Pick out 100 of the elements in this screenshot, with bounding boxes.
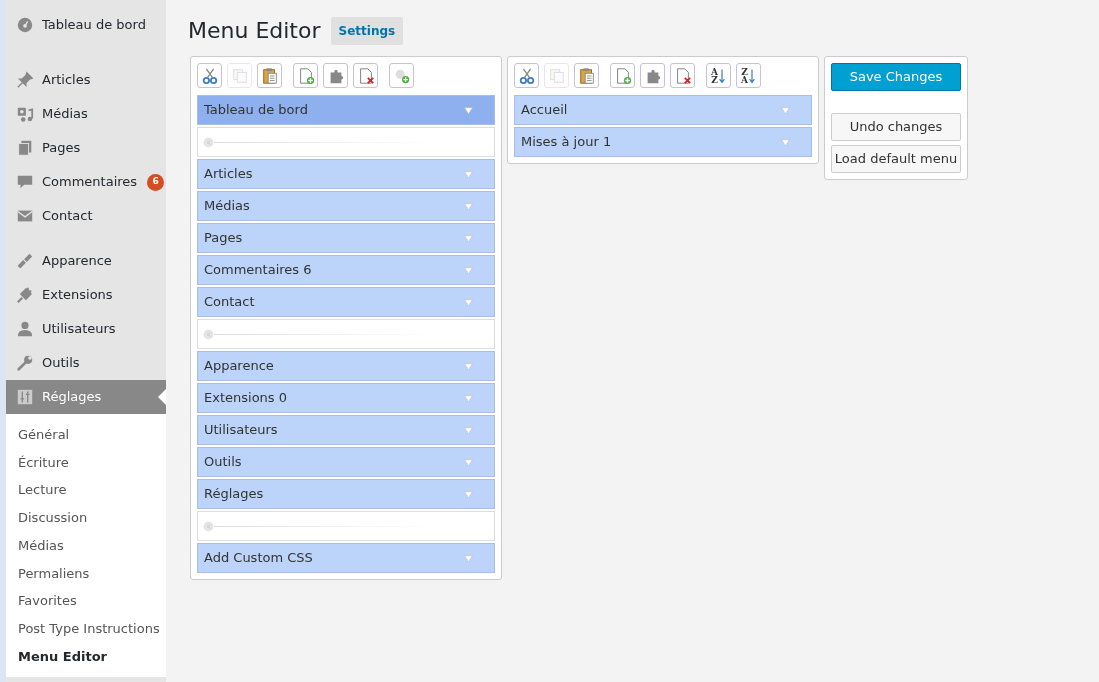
submenu-item[interactable]: Médias bbox=[6, 531, 166, 560]
page-title: Menu Editor bbox=[188, 17, 321, 45]
menu-item[interactable]: Accueil bbox=[514, 95, 812, 125]
menu-item[interactable]: Tableau de bord bbox=[197, 95, 495, 125]
submenu-item[interactable]: Discussion bbox=[6, 504, 166, 532]
sort-button[interactable]: Z A bbox=[736, 63, 761, 88]
wrench-icon bbox=[16, 354, 34, 372]
media-icon bbox=[16, 105, 34, 123]
menu-item-label: Extensions 0 bbox=[204, 389, 287, 408]
menu-item[interactable]: Outils bbox=[197, 447, 495, 477]
sidebar-item[interactable]: Articles bbox=[6, 63, 166, 97]
menu-item-label: Commentaires 6 bbox=[204, 261, 312, 280]
current-page-pointer bbox=[158, 389, 166, 405]
paste-button[interactable] bbox=[257, 63, 282, 88]
clipboard-icon bbox=[577, 66, 596, 85]
new-item-button[interactable] bbox=[293, 63, 318, 88]
paste-button[interactable] bbox=[574, 63, 599, 88]
submenu-item[interactable]: Général bbox=[6, 421, 166, 449]
cut-button[interactable] bbox=[514, 63, 539, 88]
submenu-item[interactable]: Menu Editor bbox=[6, 642, 166, 671]
menu-item[interactable]: Extensions 0 bbox=[197, 383, 495, 413]
plug-icon bbox=[16, 286, 34, 304]
menu-item-label: Articles bbox=[204, 165, 253, 184]
submenu-item[interactable]: Favorites bbox=[6, 587, 166, 615]
menu-item-label: Outils bbox=[204, 453, 242, 472]
menu-item[interactable]: Articles bbox=[197, 159, 495, 189]
menu-item[interactable]: Apparence bbox=[197, 351, 495, 381]
copy-icon bbox=[547, 66, 566, 85]
menu-item[interactable]: Médias bbox=[197, 191, 495, 221]
submenu-item[interactable]: Écriture bbox=[6, 448, 166, 477]
load-default-button[interactable]: Load default menu bbox=[831, 145, 961, 173]
menu-item-label: Utilisateurs bbox=[204, 421, 278, 440]
down-arrow-icon bbox=[718, 67, 726, 84]
dropdown-triangle-icon bbox=[463, 456, 474, 468]
dropdown-triangle-icon bbox=[463, 360, 474, 372]
menu-item-label: Accueil bbox=[521, 101, 568, 120]
sort-letters: A Z bbox=[711, 67, 718, 84]
sliders-icon bbox=[16, 388, 34, 406]
brush-icon bbox=[16, 252, 34, 270]
dropdown-triangle-icon bbox=[463, 200, 474, 212]
cut-button[interactable] bbox=[197, 63, 222, 88]
pages-icon bbox=[16, 139, 34, 157]
dropdown-triangle-icon bbox=[463, 168, 474, 180]
sidebar-item[interactable]: Pages bbox=[6, 131, 166, 165]
delete-button[interactable] bbox=[670, 63, 695, 88]
menu-item[interactable]: Mises à jour 1 bbox=[514, 127, 812, 157]
separator-handle-icon bbox=[203, 328, 214, 340]
new-item-button[interactable] bbox=[640, 63, 665, 88]
dropdown-triangle-icon bbox=[463, 232, 474, 244]
notification-badge: 6 bbox=[147, 173, 165, 191]
sidebar-item[interactable]: Utilisateurs bbox=[6, 312, 166, 346]
clipboard-icon bbox=[260, 66, 279, 85]
sidebar-item[interactable]: Extensions bbox=[6, 278, 166, 312]
new-item-button[interactable] bbox=[610, 63, 635, 88]
menu-item-label: Médias bbox=[204, 197, 250, 216]
down-arrow-icon bbox=[748, 67, 756, 84]
sort-button[interactable]: A Z bbox=[706, 63, 731, 88]
menu-item-label: Pages bbox=[204, 229, 243, 248]
dropdown-triangle-icon bbox=[463, 104, 474, 116]
menu-item-label: Réglages bbox=[204, 485, 264, 504]
person-icon bbox=[16, 320, 34, 338]
undo-button[interactable]: Undo changes bbox=[831, 113, 961, 141]
menu-item[interactable]: Utilisateurs bbox=[197, 415, 495, 445]
dropdown-triangle-icon bbox=[463, 296, 474, 308]
sidebar-item[interactable]: Tableau de bord bbox=[6, 8, 166, 42]
delete-button[interactable] bbox=[353, 63, 378, 88]
settings-link[interactable]: Settings bbox=[330, 16, 404, 45]
dropdown-triangle-icon bbox=[463, 552, 474, 564]
dropdown-triangle-icon bbox=[463, 264, 474, 276]
sidebar-item[interactable]: Médias bbox=[6, 97, 166, 131]
separator-handle-icon bbox=[203, 136, 214, 148]
dropdown-triangle-icon bbox=[463, 392, 474, 404]
menu-item[interactable]: Réglages bbox=[197, 479, 495, 509]
dropdown-triangle-icon bbox=[463, 488, 474, 500]
submenu-item[interactable]: Permaliens bbox=[6, 559, 166, 588]
sidebar-item[interactable]: Apparence bbox=[6, 244, 166, 278]
scissors-icon bbox=[200, 66, 219, 85]
menu-item[interactable]: Add Custom CSS bbox=[197, 543, 495, 573]
separator-handle-icon bbox=[203, 520, 214, 532]
copy-icon bbox=[230, 66, 249, 85]
dropdown-triangle-icon bbox=[780, 104, 791, 116]
menu-item[interactable]: Commentaires 6 bbox=[197, 255, 495, 285]
menu-item[interactable]: Pages bbox=[197, 223, 495, 253]
gauge-icon bbox=[16, 16, 34, 34]
sort-letters: Z A bbox=[741, 67, 748, 84]
dropdown-triangle-icon bbox=[780, 136, 791, 148]
submenu-item[interactable]: Post Type Instructions bbox=[6, 614, 166, 643]
sidebar-item[interactable]: Réglages bbox=[6, 380, 166, 414]
menu-item-label: Tableau de bord bbox=[204, 101, 308, 120]
dropdown-triangle-icon bbox=[463, 424, 474, 436]
menu-item[interactable]: Contact bbox=[197, 287, 495, 317]
menu-item-label: Add Custom CSS bbox=[204, 549, 313, 568]
new-separator-button[interactable] bbox=[389, 63, 414, 88]
sidebar-item[interactable]: Commentaires 6 bbox=[6, 165, 166, 199]
new-item-button[interactable] bbox=[323, 63, 348, 88]
menu-item-label: Mises à jour 1 bbox=[521, 133, 612, 152]
submenu-item[interactable]: Lecture bbox=[6, 476, 166, 505]
sidebar-item[interactable]: Outils bbox=[6, 346, 166, 380]
sidebar-item[interactable]: Contact bbox=[6, 199, 166, 233]
menu-item-label: Contact bbox=[204, 293, 255, 312]
